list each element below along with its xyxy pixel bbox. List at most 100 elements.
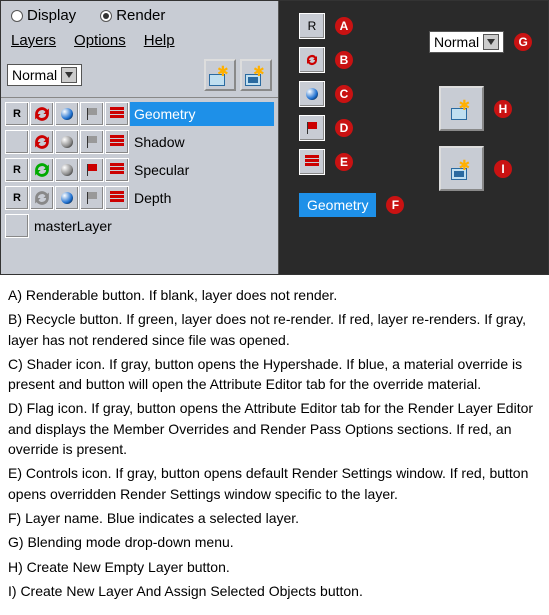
renderable-button[interactable]: R xyxy=(5,158,29,182)
sphere-icon xyxy=(306,88,318,100)
menu-options[interactable]: Options xyxy=(74,32,126,49)
recycle-icon xyxy=(31,131,53,153)
callout-badge-c: C xyxy=(335,85,353,103)
callout-blend-dropdown: Normal xyxy=(429,31,504,53)
display-radio-label: Display xyxy=(27,7,76,24)
flag-icon xyxy=(85,107,99,121)
radio-selected-icon xyxy=(100,10,112,22)
create-empty-layer-button[interactable]: ✱ xyxy=(204,59,236,91)
callout-renderable: R xyxy=(299,13,325,39)
new-layer-assign-icon: ✱ xyxy=(451,158,473,180)
recycle-button[interactable] xyxy=(30,130,54,154)
callout-badge-b: B xyxy=(335,51,353,69)
callout-badge-a: A xyxy=(335,17,353,35)
callout-badge-d: D xyxy=(335,119,353,137)
renderable-button[interactable]: R xyxy=(5,102,29,126)
shader-button[interactable] xyxy=(55,102,79,126)
callout-new-empty-layer: ✱ xyxy=(439,86,484,131)
shader-button[interactable] xyxy=(55,186,79,210)
recycle-button[interactable] xyxy=(30,186,54,210)
flag-icon xyxy=(85,163,99,177)
callout-badge-i: I xyxy=(494,160,512,178)
menu-help[interactable]: Help xyxy=(144,32,175,49)
legend-i: I) Create New Layer And Assign Selected … xyxy=(8,581,541,601)
layer-row[interactable]: Shadow xyxy=(5,128,274,155)
legend-g: G) Blending mode drop-down menu. xyxy=(8,532,541,552)
sphere-icon xyxy=(61,136,73,148)
controls-icon xyxy=(109,163,125,177)
legend-h: H) Create New Empty Layer button. xyxy=(8,557,541,577)
controls-icon xyxy=(109,135,125,149)
callout-flag xyxy=(299,115,325,141)
legend-text: A) Renderable button. If blank, layer do… xyxy=(0,275,549,615)
callout-layer-name: Geometry xyxy=(299,193,376,217)
shader-button[interactable] xyxy=(55,130,79,154)
recycle-button[interactable] xyxy=(30,158,54,182)
flag-button[interactable] xyxy=(80,158,104,182)
display-radio[interactable]: Display xyxy=(11,7,76,24)
callout-badge-h: H xyxy=(494,100,512,118)
flag-button[interactable] xyxy=(80,102,104,126)
flag-icon xyxy=(305,121,319,135)
recycle-icon xyxy=(31,187,53,209)
flag-icon xyxy=(85,191,99,205)
controls-icon xyxy=(109,191,125,205)
sphere-icon xyxy=(61,164,73,176)
layer-name[interactable]: Depth xyxy=(130,186,274,210)
master-layer-row[interactable]: masterLayer xyxy=(5,212,274,239)
callout-recycle xyxy=(299,47,325,73)
new-layer-assign-icon: ✱ xyxy=(245,64,267,86)
renderable-button[interactable] xyxy=(5,130,29,154)
new-layer-icon: ✱ xyxy=(209,64,231,86)
legend-f: F) Layer name. Blue indicates a selected… xyxy=(8,508,541,528)
recycle-icon xyxy=(31,103,53,125)
renderable-button[interactable]: R xyxy=(5,186,29,210)
callout-badge-g: G xyxy=(514,33,532,51)
callout-controls xyxy=(299,149,325,175)
renderable-button[interactable] xyxy=(5,214,29,238)
legend-a: A) Renderable button. If blank, layer do… xyxy=(8,285,541,305)
shader-button[interactable] xyxy=(55,158,79,182)
controls-button[interactable] xyxy=(105,102,129,126)
layer-name[interactable]: Shadow xyxy=(130,130,274,154)
sphere-icon xyxy=(61,192,73,204)
layer-row[interactable]: R Depth xyxy=(5,184,274,211)
layer-name[interactable]: Geometry xyxy=(130,102,274,126)
menu-layers[interactable]: Layers xyxy=(11,32,56,49)
render-radio[interactable]: Render xyxy=(100,7,165,24)
recycle-button[interactable] xyxy=(30,102,54,126)
callout-shader xyxy=(299,81,325,107)
recycle-icon xyxy=(304,52,320,68)
radio-unselected-icon xyxy=(11,10,23,22)
callout-panel: R A B C D E Geometry F Normal G xyxy=(279,1,548,274)
callout-new-layer-assign: ✱ xyxy=(439,146,484,191)
legend-c: C) Shader icon. If gray, button opens th… xyxy=(8,354,541,395)
blend-mode-dropdown[interactable]: Normal xyxy=(7,64,82,86)
layer-name[interactable]: Specular xyxy=(130,158,274,182)
layer-row[interactable]: R Geometry xyxy=(5,100,274,127)
flag-icon xyxy=(85,135,99,149)
layer-list: R Geometry Shadow R xyxy=(1,98,278,242)
flag-button[interactable] xyxy=(80,130,104,154)
callout-badge-f: F xyxy=(386,196,404,214)
create-layer-assign-button[interactable]: ✱ xyxy=(240,59,272,91)
blend-mode-value: Normal xyxy=(12,67,57,83)
legend-e: E) Controls icon. If gray, button opens … xyxy=(8,463,541,504)
legend-b: B) Recycle button. If green, layer does … xyxy=(8,309,541,350)
callout-badge-e: E xyxy=(335,153,353,171)
render-layer-editor: Display Render Layers Options Help Norma… xyxy=(1,1,279,274)
controls-icon xyxy=(304,155,320,169)
controls-icon xyxy=(109,107,125,121)
sphere-icon xyxy=(61,108,73,120)
new-layer-icon: ✱ xyxy=(451,98,473,120)
layer-row[interactable]: R Specular xyxy=(5,156,274,183)
controls-button[interactable] xyxy=(105,186,129,210)
flag-button[interactable] xyxy=(80,186,104,210)
render-radio-label: Render xyxy=(116,7,165,24)
master-layer-name[interactable]: masterLayer xyxy=(30,214,274,238)
recycle-icon xyxy=(31,159,53,181)
blend-mode-value: Normal xyxy=(434,34,479,50)
controls-button[interactable] xyxy=(105,158,129,182)
chevron-down-icon xyxy=(61,67,77,83)
controls-button[interactable] xyxy=(105,130,129,154)
